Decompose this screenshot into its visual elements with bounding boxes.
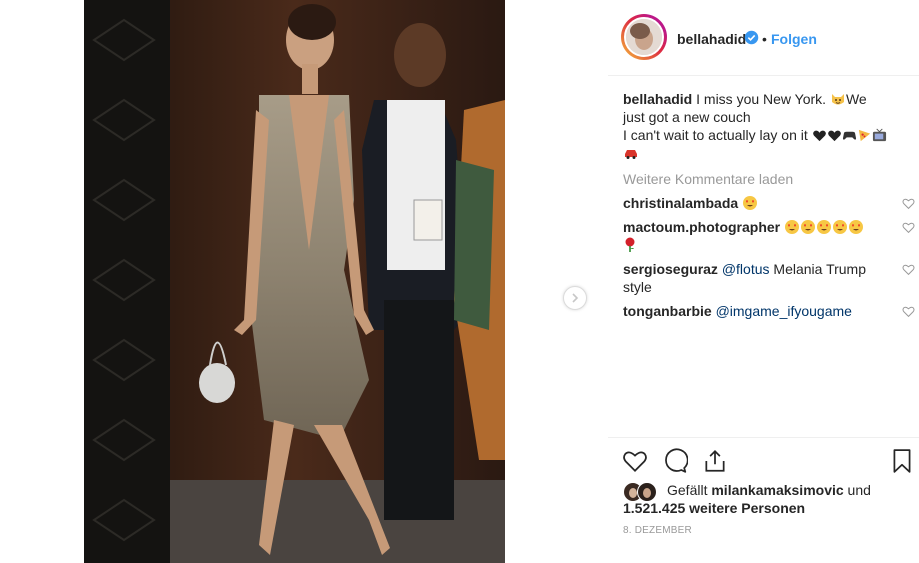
comment-mention[interactable]: @imgame_ifyougame: [716, 303, 852, 319]
black-heart-emoji-icon: [812, 130, 826, 142]
black-heart-emoji-icon: [827, 130, 841, 142]
likes-prefix: Gefällt: [667, 482, 708, 498]
follow-button[interactable]: Folgen: [771, 31, 817, 47]
game-controller-emoji-icon: [842, 131, 856, 140]
liker-username[interactable]: milankamaksimovic: [711, 482, 843, 498]
likes-summary: Gefällt milankamaksimovic und 1.521.425 …: [623, 481, 913, 516]
avatar-image: [624, 17, 664, 57]
post-date[interactable]: 8. DEZEMBER: [623, 525, 692, 536]
comment-username[interactable]: christinalambada: [623, 195, 738, 211]
comment-row: christinalambada: [623, 194, 915, 212]
caption-text-3: I can't wait to actually lay on it: [623, 127, 808, 143]
heart-eyes-emoji-icon: [833, 220, 848, 234]
chevron-right-icon: [572, 293, 579, 303]
action-bar: [608, 437, 919, 479]
comment-icon[interactable]: [662, 448, 688, 474]
likes-conj: und: [847, 482, 871, 498]
like-comment-heart-icon[interactable]: [902, 263, 915, 276]
heart-eyes-emoji-icon: [817, 220, 832, 234]
separator-dot: •: [762, 31, 767, 47]
caption-text-1: I miss you New York.: [696, 91, 827, 107]
profile-avatar[interactable]: [621, 14, 667, 60]
heart-eyes-emoji-icon: [743, 196, 758, 210]
load-more-comments-button[interactable]: Weitere Kommentare laden: [623, 170, 915, 188]
comment-username[interactable]: sergioseguraz: [623, 261, 718, 277]
comment-username[interactable]: tonganbarbie: [623, 303, 712, 319]
comment-username[interactable]: mactoum.photographer: [623, 219, 780, 235]
heart-eyes-emoji-icon: [785, 220, 800, 234]
comment-row: mactoum.photographer: [623, 218, 915, 254]
like-comment-heart-icon[interactable]: [902, 197, 915, 210]
post-photo-illustration: [84, 0, 505, 563]
like-comment-heart-icon[interactable]: [902, 305, 915, 318]
like-comment-heart-icon[interactable]: [902, 221, 915, 234]
likes-count[interactable]: 1.521.425 weitere Personen: [623, 499, 805, 517]
comment-row: sergioseguraz @flotus Melania Trump styl…: [623, 260, 915, 296]
post-header: bellahadid • Folgen: [608, 0, 919, 76]
rose-emoji-icon: [625, 237, 635, 252]
cat-emoji-icon: [831, 94, 844, 105]
tv-emoji-icon: [872, 128, 886, 142]
verified-badge-icon: [744, 30, 759, 45]
next-photo-button[interactable]: [563, 286, 587, 310]
post-username[interactable]: bellahadid: [677, 31, 746, 47]
comment-mention[interactable]: @flotus: [722, 261, 770, 277]
caption-username[interactable]: bellahadid: [623, 91, 692, 107]
pizza-emoji-icon: [858, 129, 870, 142]
comment-row: tonganbarbie @imgame_ifyougame: [623, 302, 915, 320]
bookmark-icon[interactable]: [889, 448, 915, 474]
heart-eyes-emoji-icon: [849, 220, 864, 234]
share-icon[interactable]: [702, 448, 728, 474]
heart-icon[interactable]: [622, 448, 648, 474]
car-emoji-icon: [625, 150, 637, 159]
post-photo[interactable]: [84, 0, 505, 563]
caption: bellahadid I miss you New York. We just …: [623, 90, 891, 162]
comments-section: bellahadid I miss you New York. We just …: [623, 90, 915, 320]
heart-eyes-emoji-icon: [801, 220, 816, 234]
